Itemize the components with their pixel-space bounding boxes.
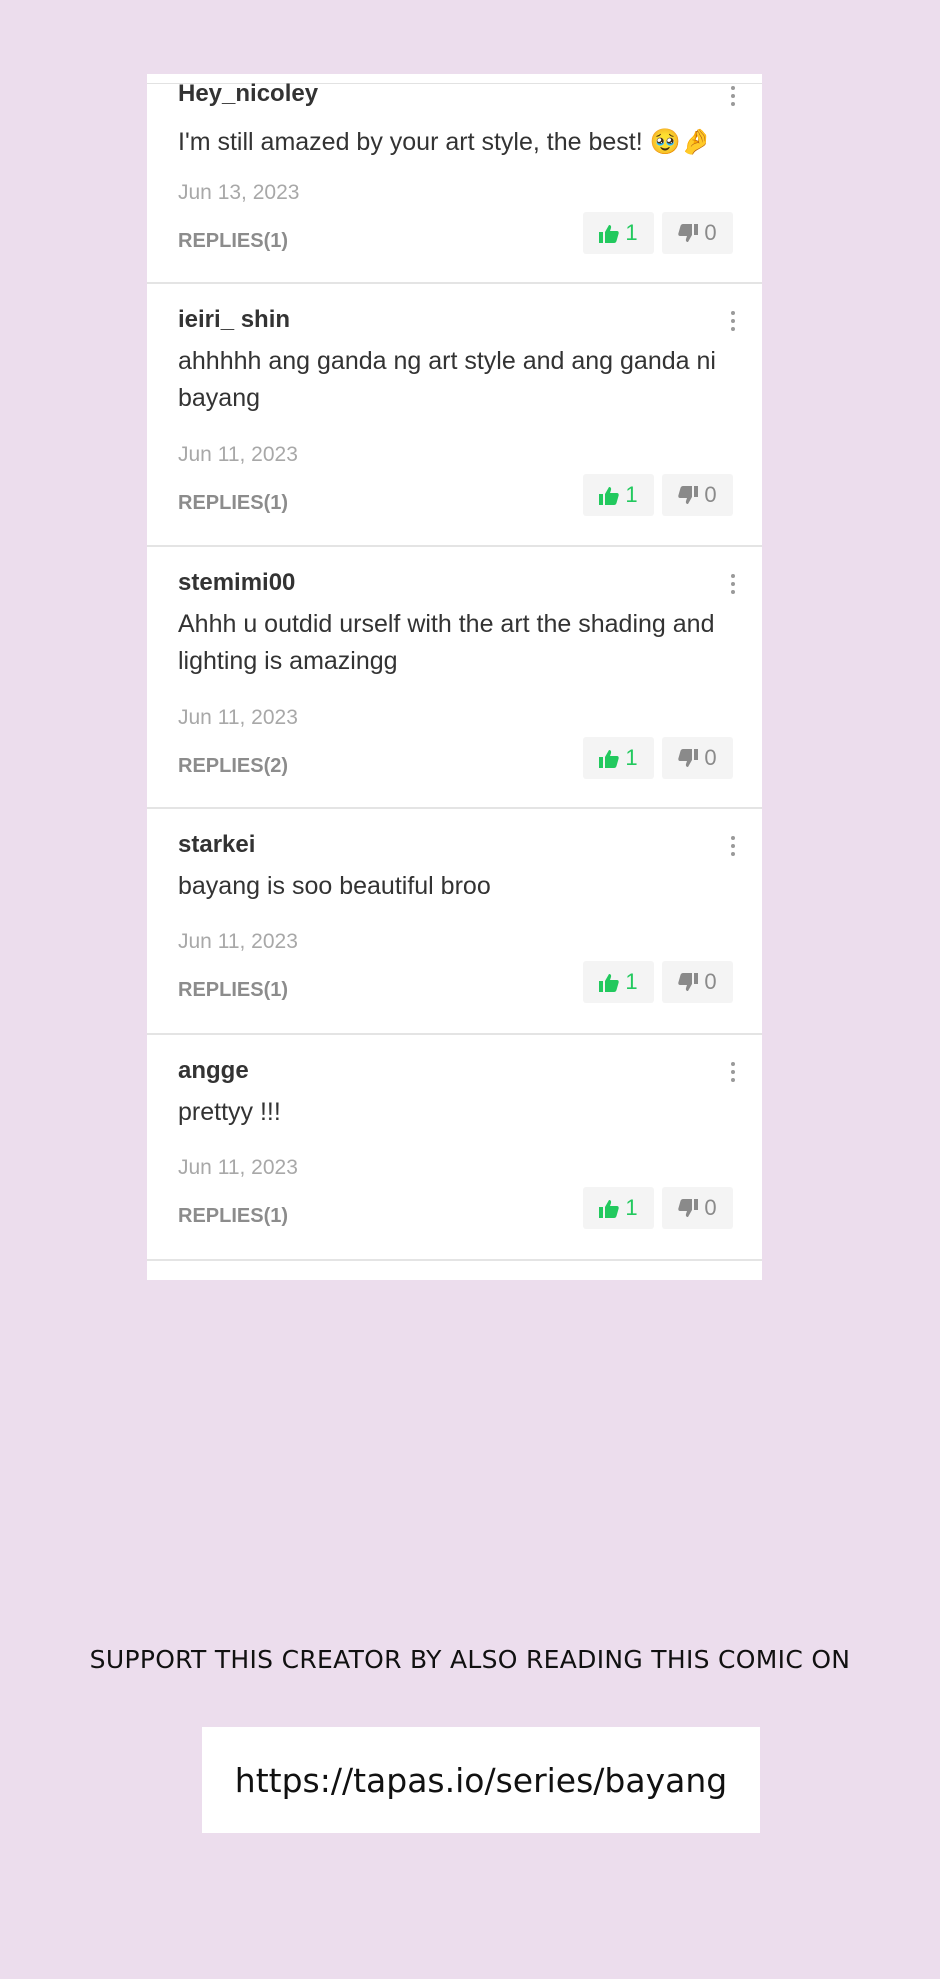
more-options-icon[interactable] <box>730 574 736 594</box>
more-options-icon[interactable] <box>730 311 736 331</box>
comment-date: Jun 11, 2023 <box>178 930 298 953</box>
comment-text: Ahhh u outdid urself with the art the sh… <box>178 610 715 675</box>
thumbs-down-icon <box>678 748 699 768</box>
comment-item: ieiri_ shin ahhhhh ang ganda ng art styl… <box>147 284 762 547</box>
like-count: 1 <box>625 969 638 994</box>
thumbs-up-icon <box>599 1199 620 1218</box>
like-count: 1 <box>625 220 638 245</box>
like-count: 1 <box>625 482 638 507</box>
like-button[interactable]: 1 <box>583 737 654 779</box>
comment-date: Jun 11, 2023 <box>178 1156 298 1179</box>
more-options-icon[interactable] <box>730 86 736 106</box>
comment-text: prettyy !!! <box>178 1098 281 1126</box>
thumbs-up-icon <box>599 973 620 992</box>
dislike-button[interactable]: 0 <box>662 1187 733 1229</box>
dislike-button[interactable]: 0 <box>662 737 733 779</box>
comment-text: I'm still amazed by your art style, the … <box>178 128 712 156</box>
like-button[interactable]: 1 <box>583 1187 654 1229</box>
like-button[interactable]: 1 <box>583 474 654 516</box>
comment-text: ahhhhh ang ganda ng art style and ang ga… <box>178 347 716 412</box>
dislike-count: 0 <box>704 1195 717 1220</box>
comment-item: Hey_nicoley I'm still amazed by your art… <box>147 74 762 284</box>
replies-button[interactable]: REPLIES(1) <box>178 1205 288 1228</box>
comment-date: Jun 13, 2023 <box>178 181 300 204</box>
dislike-button[interactable]: 0 <box>662 474 733 516</box>
comment-username[interactable]: ieiri_ shin <box>178 306 290 334</box>
comment-username[interactable]: starkei <box>178 831 255 859</box>
like-count: 1 <box>625 745 638 770</box>
more-options-icon[interactable] <box>730 1062 736 1082</box>
like-button[interactable]: 1 <box>583 961 654 1003</box>
thumbs-up-icon <box>599 486 620 505</box>
comment-divider <box>147 1259 762 1261</box>
comments-panel: Hey_nicoley I'm still amazed by your art… <box>147 74 762 1280</box>
like-count: 1 <box>625 1195 638 1220</box>
dislike-count: 0 <box>704 220 717 245</box>
thumbs-up-icon <box>599 224 620 243</box>
series-link-box[interactable]: https://tapas.io/series/bayang <box>202 1727 760 1833</box>
series-link[interactable]: https://tapas.io/series/bayang <box>235 1761 727 1800</box>
thumbs-down-icon <box>678 223 699 243</box>
comment-username[interactable]: Hey_nicoley <box>178 80 318 108</box>
replies-button[interactable]: REPLIES(1) <box>178 492 288 515</box>
comment-username[interactable]: stemimi00 <box>178 569 295 597</box>
comment-item: angge prettyy !!! Jun 11, 2023 REPLIES(1… <box>147 1035 762 1261</box>
dislike-button[interactable]: 0 <box>662 961 733 1003</box>
thumbs-up-icon <box>599 749 620 768</box>
dislike-count: 0 <box>704 745 717 770</box>
comment-date: Jun 11, 2023 <box>178 706 298 729</box>
replies-button[interactable]: REPLIES(2) <box>178 755 288 778</box>
like-button[interactable]: 1 <box>583 212 654 254</box>
comment-username[interactable]: angge <box>178 1057 249 1085</box>
thumbs-down-icon <box>678 972 699 992</box>
dislike-count: 0 <box>704 482 717 507</box>
support-creator-message: SUPPORT THIS CREATOR BY ALSO READING THI… <box>89 1645 851 1674</box>
comment-item: stemimi00 Ahhh u outdid urself with the … <box>147 547 762 809</box>
more-options-icon[interactable] <box>730 836 736 856</box>
comment-item: starkei bayang is soo beautiful broo Jun… <box>147 809 762 1035</box>
comment-date: Jun 11, 2023 <box>178 443 298 466</box>
replies-button[interactable]: REPLIES(1) <box>178 230 288 253</box>
comment-text: bayang is soo beautiful broo <box>178 872 491 900</box>
replies-button[interactable]: REPLIES(1) <box>178 979 288 1002</box>
thumbs-down-icon <box>678 1198 699 1218</box>
dislike-button[interactable]: 0 <box>662 212 733 254</box>
dislike-count: 0 <box>704 969 717 994</box>
thumbs-down-icon <box>678 485 699 505</box>
